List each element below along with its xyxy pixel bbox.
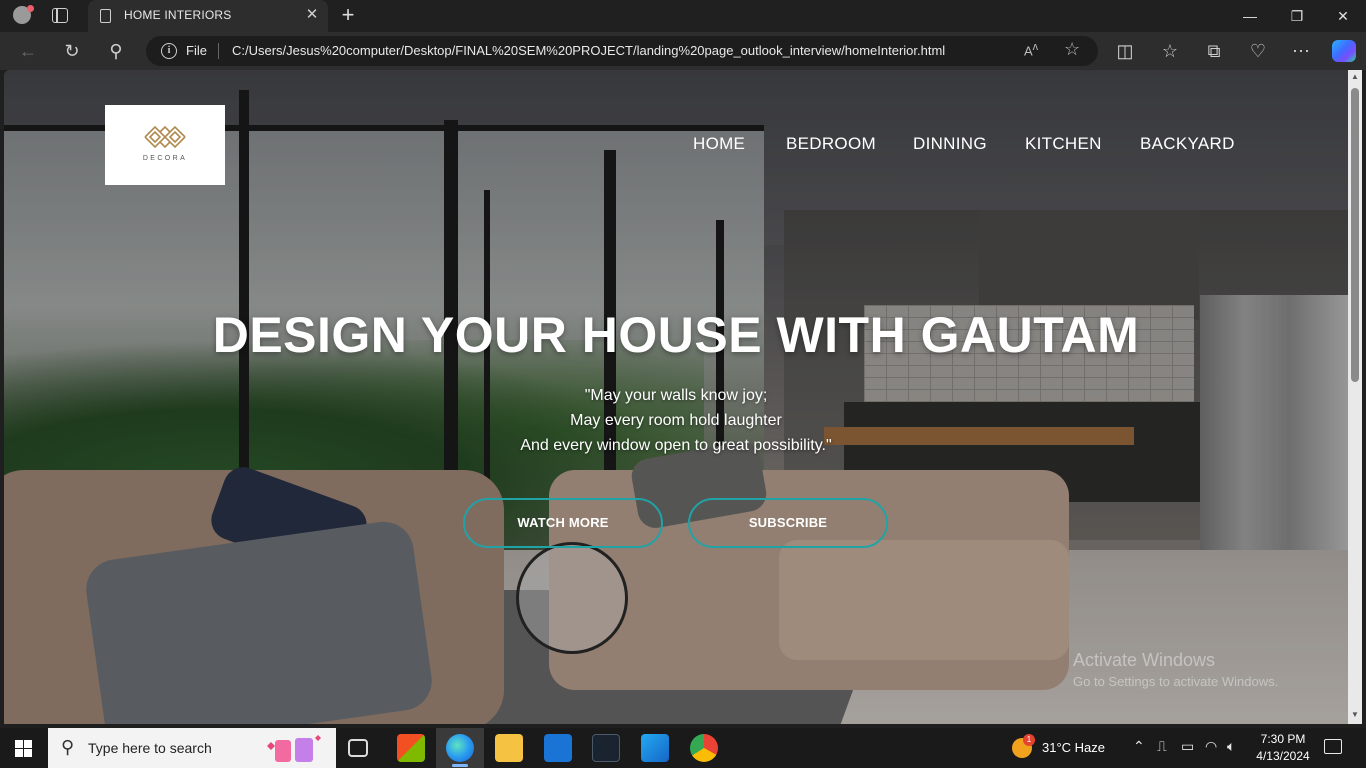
- battery-icon[interactable]: ▭: [1181, 738, 1194, 755]
- device-icon[interactable]: ⎍: [1157, 738, 1167, 755]
- address-scheme-label: File: [186, 43, 207, 58]
- new-tab-button[interactable]: +: [338, 4, 358, 26]
- chrome-icon[interactable]: [690, 734, 718, 762]
- mail-icon[interactable]: [544, 734, 572, 762]
- hero-quote-line-2: May every room hold laughter: [570, 412, 782, 429]
- browser-tab[interactable]: HOME INTERIORS ✕: [88, 0, 328, 32]
- refresh-icon[interactable]: ↻: [61, 40, 83, 62]
- show-hidden-icons-icon[interactable]: ⌃: [1133, 738, 1145, 755]
- extensions-icon[interactable]: ♡: [1247, 40, 1269, 62]
- hero-title: DESIGN YOUR HOUSE WITH GAUTAM: [212, 307, 1140, 363]
- weather-badge: 1: [1023, 734, 1035, 746]
- subscribe-button[interactable]: SUBSCRIBE: [688, 498, 888, 548]
- logo[interactable]: DECORA: [105, 105, 225, 185]
- scrollbar-thumb[interactable]: [1351, 88, 1359, 382]
- search-highlight-icon: [267, 735, 321, 762]
- tab-title: HOME INTERIORS: [124, 8, 232, 22]
- edge-browser-icon[interactable]: [446, 734, 474, 762]
- close-window-icon[interactable]: ✕: [1333, 6, 1353, 26]
- browser-toolbar: ← ↻ ⚲ i File C:/Users/Jesus%20computer/D…: [0, 32, 1366, 70]
- collections-icon[interactable]: ⧉: [1203, 40, 1225, 62]
- watermark-subtitle: Go to Settings to activate Windows.: [1073, 674, 1279, 689]
- clock-time: 7:30 PM: [1260, 732, 1306, 746]
- favorite-star-icon[interactable]: ☆: [1064, 39, 1080, 60]
- address-bar[interactable]: i File C:/Users/Jesus%20computer/Desktop…: [146, 36, 1098, 66]
- scroll-up-icon[interactable]: ▲: [1350, 72, 1360, 81]
- nav-kitchen[interactable]: KITCHEN: [1025, 134, 1102, 154]
- address-url[interactable]: C:/Users/Jesus%20computer/Desktop/FINAL%…: [232, 43, 945, 58]
- task-view-icon[interactable]: [348, 739, 368, 757]
- nav-backyard[interactable]: BACKYARD: [1140, 134, 1235, 154]
- windows-taskbar: ⚲ Type here to search 1 31°C Haze ⌃ ⎍ ▭ …: [0, 728, 1366, 768]
- info-icon[interactable]: i: [161, 43, 177, 59]
- search-icon: ⚲: [61, 737, 75, 757]
- activate-windows-watermark: Activate Windows Go to Settings to activ…: [1073, 650, 1278, 689]
- terminal-icon[interactable]: [592, 734, 620, 762]
- more-icon[interactable]: ⋯: [1290, 40, 1312, 62]
- scroll-down-icon[interactable]: ▼: [1350, 710, 1360, 719]
- logo-mark-icon: [144, 125, 186, 149]
- tab-actions-icon[interactable]: [52, 8, 68, 23]
- profile-avatar-icon[interactable]: [10, 5, 34, 27]
- taskbar-search-box[interactable]: ⚲ Type here to search: [48, 728, 336, 768]
- volume-icon[interactable]: 🔈︎: [1227, 738, 1235, 755]
- maximize-icon[interactable]: ❐: [1287, 6, 1307, 26]
- taskbar-search-placeholder: Type here to search: [88, 740, 212, 756]
- nav-bedroom[interactable]: BEDROOM: [786, 134, 876, 154]
- hero-quote-line-1: "May your walls know joy;: [584, 387, 768, 404]
- windows-start-icon[interactable]: [15, 740, 32, 757]
- favorites-icon[interactable]: ☆: [1159, 40, 1181, 62]
- hero-quote-line-3: And every window open to great possibili…: [520, 437, 832, 454]
- wifi-icon[interactable]: ◠: [1205, 738, 1217, 755]
- address-divider: [218, 43, 219, 59]
- nav-dinning[interactable]: DINNING: [913, 134, 987, 154]
- page-icon: [100, 9, 111, 23]
- watch-more-button[interactable]: WATCH MORE: [463, 498, 663, 548]
- logo-text: DECORA: [142, 155, 188, 162]
- vscode-icon[interactable]: [641, 734, 669, 762]
- nav-home[interactable]: HOME: [693, 134, 745, 154]
- search-icon[interactable]: ⚲: [105, 40, 127, 62]
- page-viewport: DECORA HOME BEDROOM DINNING KITCHEN BACK…: [4, 70, 1348, 724]
- file-explorer-icon[interactable]: [495, 734, 523, 762]
- close-tab-icon[interactable]: ✕: [304, 6, 320, 24]
- microsoft-store-icon[interactable]: [397, 734, 425, 762]
- weather-text: 31°C Haze: [1042, 740, 1106, 755]
- watermark-title: Activate Windows: [1073, 650, 1216, 670]
- split-screen-icon[interactable]: ◫: [1114, 40, 1136, 62]
- weather-widget[interactable]: 1 31°C Haze: [1012, 734, 1106, 760]
- page-scrollbar[interactable]: ▲ ▼: [1348, 70, 1362, 724]
- taskbar-edge-active[interactable]: [436, 728, 484, 768]
- notifications-icon[interactable]: [1324, 739, 1342, 754]
- read-aloud-icon[interactable]: Aʌ: [1024, 41, 1038, 58]
- copilot-icon[interactable]: [1332, 40, 1356, 62]
- back-arrow-icon[interactable]: ←: [17, 40, 39, 62]
- minimize-icon[interactable]: —: [1240, 6, 1260, 26]
- clock-date: 4/13/2024: [1256, 749, 1310, 763]
- browser-tab-bar: HOME INTERIORS ✕ + — ❐ ✕: [0, 0, 1366, 32]
- system-clock[interactable]: 7:30 PM 4/13/2024: [1248, 731, 1318, 765]
